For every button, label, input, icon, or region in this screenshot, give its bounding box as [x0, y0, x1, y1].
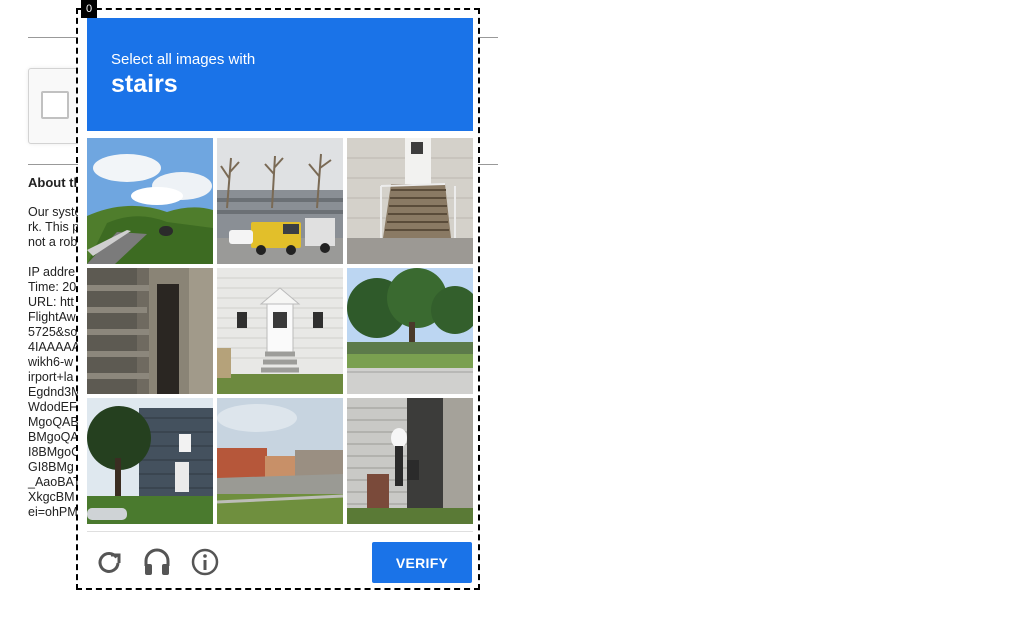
- image-tile-9-mailbox-lamp[interactable]: [347, 398, 473, 524]
- verify-button[interactable]: VERIFY: [372, 542, 472, 583]
- image-tile-5-house-porch[interactable]: [217, 268, 343, 394]
- challenge-header: Select all images with stairs: [87, 18, 473, 131]
- captcha-challenge-frame: Select all images with stairs VERIFY: [76, 8, 480, 590]
- image-tile-3-stairs-door[interactable]: [347, 138, 473, 264]
- recaptcha-checkbox[interactable]: [41, 91, 69, 119]
- image-grid: [87, 138, 473, 524]
- footer-divider: [87, 531, 473, 532]
- instruction-text: Select all images with: [111, 51, 256, 68]
- image-tile-7-tree-house[interactable]: [87, 398, 213, 524]
- target-object: stairs: [111, 70, 178, 98]
- frame-index-badge: 0: [81, 0, 97, 18]
- image-tile-6-trees-lawn[interactable]: [347, 268, 473, 394]
- image-tile-8-street-buildings[interactable]: [217, 398, 343, 524]
- image-tile-2-yellow-truck[interactable]: [217, 138, 343, 264]
- image-tile-1-highway-tunnel[interactable]: [87, 138, 213, 264]
- about-heading: About th: [28, 175, 82, 190]
- reload-icon[interactable]: [93, 546, 125, 578]
- headphones-icon[interactable]: [141, 546, 173, 578]
- info-icon[interactable]: [189, 546, 221, 578]
- image-tile-4-stone-stairs[interactable]: [87, 268, 213, 394]
